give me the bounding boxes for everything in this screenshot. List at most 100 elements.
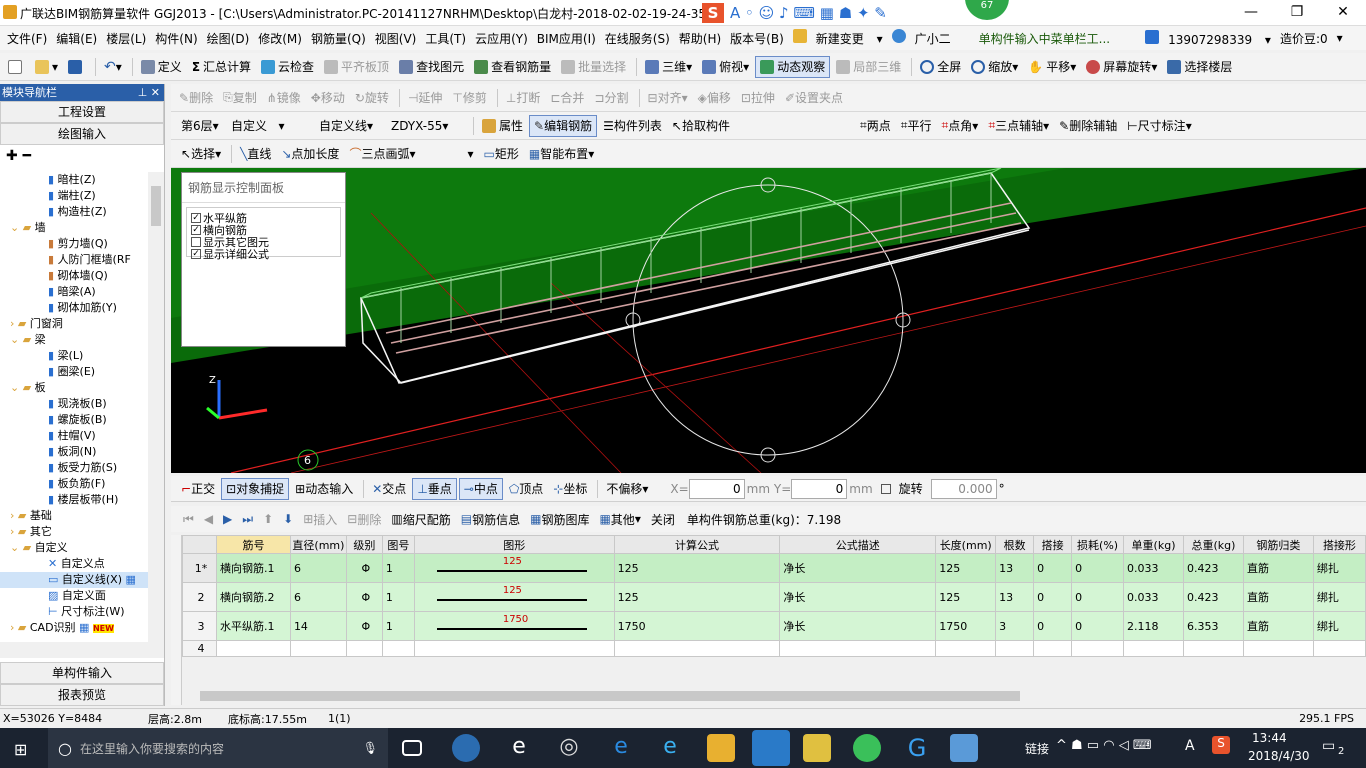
menu-modify[interactable]: 修改(M): [258, 30, 302, 47]
ortho-button[interactable]: ⌐ 正交: [177, 478, 219, 500]
floor-select[interactable]: 第6层 ▾: [177, 115, 225, 137]
batch-select-button[interactable]: 批量选择: [557, 56, 630, 78]
col-grade[interactable]: 级别: [345, 535, 383, 554]
offset-button[interactable]: ◈ 偏移: [694, 87, 735, 109]
align-button[interactable]: ⊟ 对齐 ▾: [644, 87, 692, 109]
col-lap[interactable]: 搭接: [1033, 535, 1073, 554]
tree-item-masonry-wall[interactable]: ▮ 砌体墙(Q): [0, 268, 148, 284]
insert-button[interactable]: ⊞ 插入: [299, 508, 341, 530]
expand-collapse-icons[interactable]: ✚ ━: [0, 145, 164, 167]
move-down-icon[interactable]: ⬇: [279, 508, 297, 530]
delete-row-button[interactable]: ⊟ 删除: [343, 508, 385, 530]
table-row[interactable]: 4: [182, 640, 1366, 657]
split-button[interactable]: ⊐ 分割: [590, 87, 632, 109]
tree-group-slab[interactable]: ⌄ ▰ 板: [0, 380, 148, 396]
dynamic-view-button[interactable]: 动态观察: [755, 55, 831, 78]
top-view-button[interactable]: 俯视 ▾: [698, 56, 753, 78]
object-snap-button[interactable]: ⊡ 对象捕捉: [221, 477, 290, 500]
coordinate-snap-button[interactable]: ⊹ 坐标: [549, 478, 591, 500]
find-element-button[interactable]: 查找图元: [395, 56, 468, 78]
menu-help[interactable]: 帮助(H): [679, 30, 721, 47]
minimize-icon[interactable]: —: [1228, 0, 1274, 26]
3d-canvas[interactable]: Z 6: [171, 168, 1366, 473]
tree-item-shear-wall[interactable]: ▮ 剪力墙(Q): [0, 236, 148, 252]
tree-item-cast-slab[interactable]: ▮ 现浇板(B): [0, 396, 148, 412]
system-tray-icons[interactable]: ^ ☗ ▭ ◠ ◁ ⌨: [1056, 738, 1152, 753]
tree-item-slab-hole[interactable]: ▮ 板洞(N): [0, 444, 148, 460]
x-offset-input[interactable]: 0: [688, 478, 745, 499]
task-view-icon[interactable]: [402, 740, 422, 756]
tree-item-hidden-column[interactable]: ▮ 暗柱(Z): [0, 172, 148, 188]
windows-start-icon[interactable]: ⊞: [14, 740, 27, 759]
trim-button[interactable]: ⊤ 修剪: [448, 87, 490, 109]
restore-icon[interactable]: ❐: [1274, 0, 1320, 26]
view-rebar-button[interactable]: 查看钢筋量: [470, 56, 555, 78]
tree-item-spiral-slab[interactable]: ▮ 螺旋板(B): [0, 412, 148, 428]
midpoint-snap-button[interactable]: ⊸ 中点: [458, 477, 503, 500]
last-record-icon[interactable]: ⏭: [238, 508, 257, 530]
component-select[interactable]: ZDYX-55 ▾: [387, 115, 467, 137]
opt-show-formula[interactable]: ✓ 显示详细公式: [191, 248, 340, 261]
smart-layout-button[interactable]: ▦ 智能布置 ▾: [525, 143, 598, 165]
checkbox-empty-icon[interactable]: [191, 237, 201, 247]
close-icon[interactable]: ✕: [1320, 0, 1366, 26]
pick-component-button[interactable]: ↖ 拾取构件: [668, 115, 734, 137]
menu-tools[interactable]: 工具(T): [425, 30, 466, 47]
table-row[interactable]: 2 横向钢筋.2 6 Φ1 125 125 净长 125 13 00 0.033 0.4…: [182, 582, 1366, 612]
menu-file[interactable]: 文件(F): [7, 30, 47, 47]
col-formula-desc[interactable]: 公式描述: [779, 535, 937, 554]
tree-item-beam[interactable]: ▮ 梁(L): [0, 348, 148, 364]
col-formula[interactable]: 计算公式: [613, 535, 781, 554]
subtype-select[interactable]: 自定义线 ▾: [315, 115, 385, 137]
table-scroll-thumb[interactable]: [200, 691, 1020, 701]
link-toolbar[interactable]: 链接: [1025, 740, 1049, 757]
ggj-active-app-icon[interactable]: [752, 730, 790, 766]
green-app-icon[interactable]: [853, 734, 881, 762]
new-change-button[interactable]: 新建变更 ▾: [792, 29, 883, 47]
delete-axis-button[interactable]: ✎ 删除辅轴: [1055, 115, 1121, 137]
menu-cloud[interactable]: 云应用(Y): [475, 30, 528, 47]
parallel-axis-button[interactable]: ⌗ 平行: [897, 115, 936, 137]
table-row[interactable]: 1* 横向钢筋.1 6 Φ1 125 125 净长 125 13 00 0.033 0.…: [182, 553, 1366, 583]
notification-icon[interactable]: ▭: [1322, 738, 1335, 754]
three-point-axis-button[interactable]: ⌗ 三点辅轴 ▾: [984, 115, 1053, 137]
tree-item-end-column[interactable]: ▮ 端柱(Z): [0, 188, 148, 204]
tree-group-other[interactable]: › ▰ 其它: [0, 524, 148, 540]
select-button[interactable]: ↖ 选择 ▾: [177, 143, 225, 165]
notes-app-icon[interactable]: [803, 734, 831, 762]
ime-mode-icon[interactable]: A ◦ ☺ ♪ ⌨ ▦ ☗ ✦ ✎: [730, 4, 887, 22]
taskbar-search[interactable]: ○ 在这里输入你要搜索的内容 🎙: [48, 728, 388, 768]
col-shape[interactable]: 图形: [413, 535, 615, 554]
tree-item-custom-face[interactable]: ▨ 自定义面: [0, 588, 148, 604]
two-point-axis-button[interactable]: ⌗ 两点: [856, 115, 895, 137]
pan-button[interactable]: ✋ 平移 ▾: [1024, 56, 1080, 78]
delete-button[interactable]: ✎ 删除: [175, 87, 217, 109]
tree-item-custom-line[interactable]: ▭ 自定义线(X) ▦: [0, 572, 148, 588]
menu-version[interactable]: 版本号(B): [730, 30, 784, 47]
menu-draw[interactable]: 绘图(D): [207, 30, 250, 47]
move-button[interactable]: ✥ 移动: [307, 87, 349, 109]
local-3d-button[interactable]: 局部三维: [832, 56, 905, 78]
point-angle-button[interactable]: ⌗ 点角 ▾: [938, 115, 983, 137]
draw-mode-select[interactable]: ▾: [422, 143, 478, 165]
new-file-button[interactable]: [4, 56, 29, 78]
tree-group-custom[interactable]: ⌄ ▰ 自定义: [0, 540, 148, 556]
tree-group-cad[interactable]: › ▰ CAD识别 ▦ NEW: [0, 620, 148, 636]
col-figure-no[interactable]: 图号: [381, 535, 415, 554]
tree-group-openings[interactable]: › ▰ 门窗洞: [0, 316, 148, 332]
edge-icon[interactable]: e: [505, 734, 533, 762]
mirror-button[interactable]: ⋔ 镜像: [263, 87, 305, 109]
define-button[interactable]: 定义: [137, 56, 186, 78]
set-grip-button[interactable]: ✐ 设置夹点: [781, 87, 847, 109]
rotate-angle-input[interactable]: 0.000: [930, 478, 997, 499]
col-rebar-no[interactable]: 筋号: [215, 535, 291, 554]
tree-item-column-cap[interactable]: ▮ 柱帽(V): [0, 428, 148, 444]
flush-slab-button[interactable]: 平齐板顶: [320, 56, 393, 78]
file-explorer-icon[interactable]: [707, 734, 735, 762]
point-length-button[interactable]: ↘ 点加长度: [277, 143, 343, 165]
col-count[interactable]: 根数: [995, 535, 1035, 554]
table-row[interactable]: 3 水平纵筋.1 14 Φ1 1750 1750 净长 1750 3 00 2.118…: [182, 611, 1366, 641]
shape-cell[interactable]: 125: [413, 553, 615, 583]
menu-component[interactable]: 构件(N): [155, 30, 197, 47]
checkbox-checked-icon[interactable]: ✓: [191, 213, 201, 223]
